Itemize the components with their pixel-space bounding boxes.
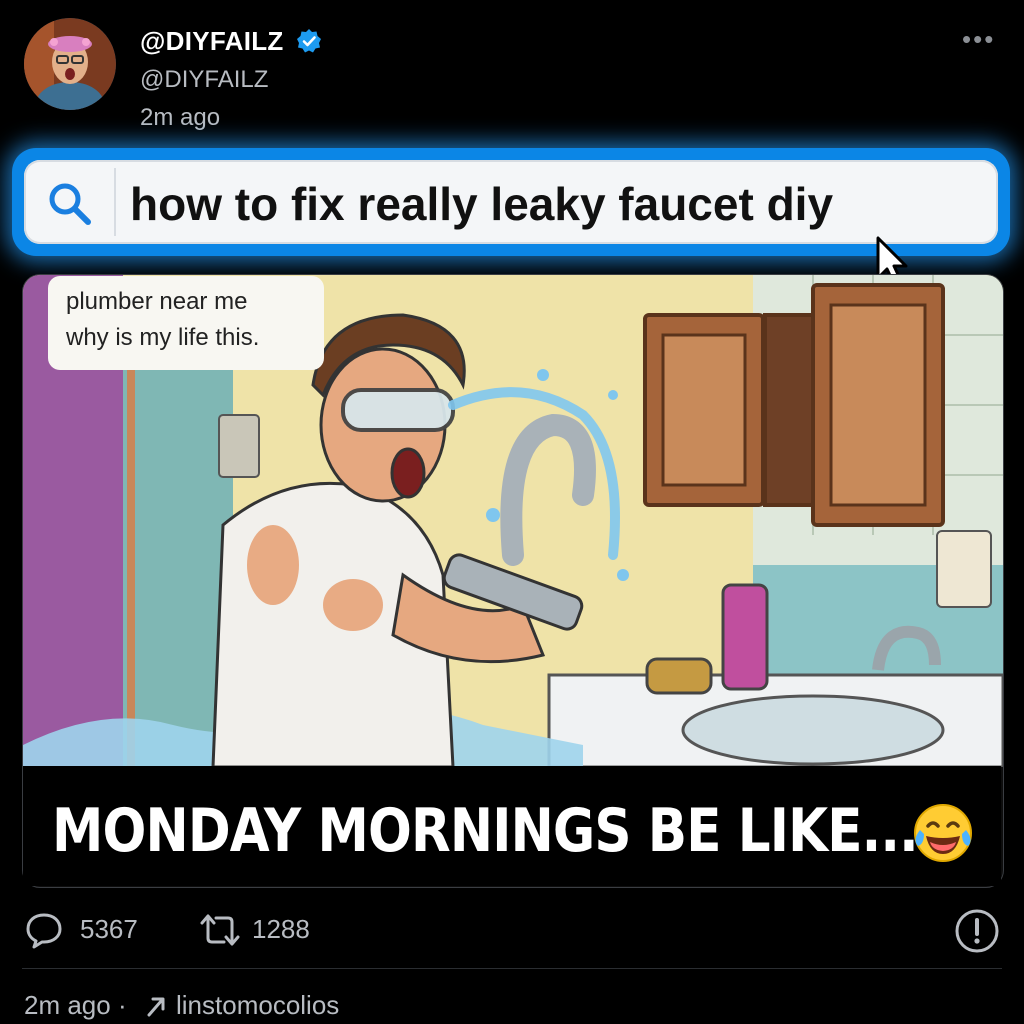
search-input[interactable] — [130, 172, 970, 236]
arrow-up-right-icon — [147, 997, 165, 1017]
footer-separator: · — [118, 990, 127, 1020]
verified-badge-icon — [297, 29, 321, 53]
search-divider — [114, 168, 116, 236]
suggestion-item[interactable]: plumber near me — [66, 288, 247, 316]
suggestion-item[interactable]: why is my life this. — [66, 324, 259, 352]
retweet-count[interactable]: 1288 — [252, 914, 310, 945]
reply-count[interactable]: 5367 — [80, 914, 138, 945]
search-icon[interactable] — [44, 178, 96, 230]
avatar[interactable] — [24, 18, 116, 110]
handle[interactable]: @DIYFAILZ — [140, 66, 268, 94]
reply-icon[interactable] — [24, 910, 64, 950]
more-horizontal-icon: ••• — [962, 24, 996, 54]
footer-timestamp: 2m ago — [24, 990, 111, 1020]
tears-of-joy-emoji-icon — [914, 804, 972, 862]
timestamp: 2m ago — [140, 104, 221, 131]
info-icon[interactable] — [954, 908, 1000, 954]
action-divider — [22, 968, 1002, 969]
display-name[interactable]: @DIYFAILZ — [140, 26, 284, 57]
meme-caption: MONDAY MORNINGS BE LIKE... — [52, 796, 919, 866]
footer-username-link[interactable]: linstomocolios — [176, 990, 339, 1021]
retweet-icon[interactable] — [198, 912, 242, 948]
more-options-button[interactable]: ••• — [962, 24, 995, 55]
